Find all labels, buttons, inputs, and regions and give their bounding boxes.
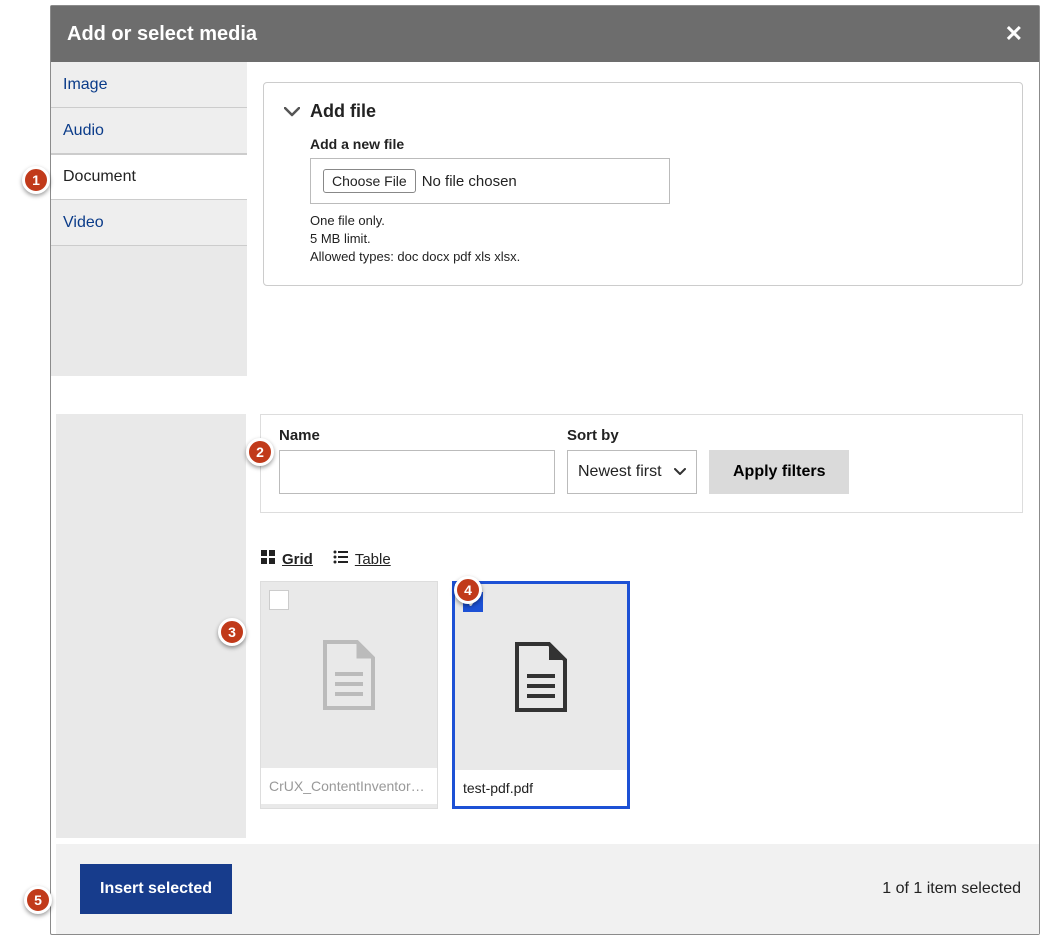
upper-section: Image Audio Document Video Add file Add … bbox=[51, 62, 1039, 376]
document-icon bbox=[513, 642, 569, 712]
selected-count: 1 of 1 item selected bbox=[882, 880, 1021, 898]
media-thumbnail bbox=[455, 584, 627, 770]
dialog-header: Add or select media ✕ bbox=[51, 6, 1039, 62]
media-item[interactable]: CrUX_ContentInventor… bbox=[260, 581, 438, 809]
grid-icon bbox=[260, 549, 276, 569]
add-file-box: Add file Add a new file Choose File No f… bbox=[263, 82, 1023, 286]
tab-audio[interactable]: Audio bbox=[51, 108, 247, 154]
insert-selected-button[interactable]: Insert selected bbox=[80, 864, 232, 914]
sort-by-label: Sort by bbox=[567, 427, 697, 444]
name-filter-label: Name bbox=[279, 427, 555, 444]
media-grid: CrUX_ContentInventor… test-pdf.pdf bbox=[260, 581, 1023, 809]
dialog-title: Add or select media bbox=[67, 23, 257, 46]
filter-bar: Name Sort by Newest first Apply filters bbox=[260, 414, 1023, 513]
tab-video[interactable]: Video bbox=[51, 200, 247, 246]
tab-document[interactable]: Document bbox=[51, 154, 247, 200]
dialog-footer: Insert selected 1 of 1 item selected bbox=[56, 844, 1039, 934]
add-file-header[interactable]: Add file bbox=[284, 101, 1002, 122]
media-item-name: test-pdf.pdf bbox=[455, 770, 627, 806]
annotation-badge-4: 4 bbox=[454, 576, 482, 604]
add-new-file-label: Add a new file bbox=[310, 136, 1002, 152]
file-constraints: One file only. 5 MB limit. Allowed types… bbox=[310, 212, 1002, 267]
annotation-badge-1: 1 bbox=[22, 166, 50, 194]
apply-filters-button[interactable]: Apply filters bbox=[709, 450, 849, 494]
media-thumbnail bbox=[261, 582, 437, 768]
tab-image[interactable]: Image bbox=[51, 62, 247, 108]
view-table-label: Table bbox=[355, 551, 391, 568]
tab-spacer bbox=[51, 246, 247, 376]
chevron-down-icon bbox=[674, 463, 686, 481]
file-input[interactable]: Choose File No file chosen bbox=[310, 158, 670, 204]
media-item-checkbox[interactable] bbox=[269, 590, 289, 610]
annotation-badge-3: 3 bbox=[218, 618, 246, 646]
choose-file-button[interactable]: Choose File bbox=[323, 169, 416, 193]
list-icon bbox=[333, 549, 349, 569]
media-item-name: CrUX_ContentInventor… bbox=[261, 768, 437, 804]
sort-by-value: Newest first bbox=[578, 463, 662, 481]
view-table[interactable]: Table bbox=[333, 549, 391, 569]
view-grid-label: Grid bbox=[282, 551, 313, 568]
annotation-badge-5: 5 bbox=[24, 886, 52, 914]
document-icon bbox=[321, 640, 377, 710]
sidebar-spacer bbox=[56, 414, 246, 838]
add-file-panel: Add file Add a new file Choose File No f… bbox=[247, 62, 1039, 376]
view-grid[interactable]: Grid bbox=[260, 549, 313, 569]
view-switcher: Grid Table bbox=[260, 549, 1023, 569]
lower-section: Name Sort by Newest first Apply filters bbox=[51, 414, 1039, 838]
constraint-line: 5 MB limit. bbox=[310, 230, 1002, 248]
add-file-section-title: Add file bbox=[310, 101, 376, 122]
sort-by-select[interactable]: Newest first bbox=[567, 450, 697, 494]
media-type-tabs: Image Audio Document Video bbox=[51, 62, 247, 376]
media-item-selected[interactable]: test-pdf.pdf bbox=[452, 581, 630, 809]
annotation-badge-2: 2 bbox=[246, 438, 274, 466]
add-media-dialog: Add or select media ✕ Image Audio Docume… bbox=[50, 5, 1040, 935]
close-button[interactable]: ✕ bbox=[1005, 21, 1023, 47]
no-file-chosen-text: No file chosen bbox=[422, 173, 517, 190]
constraint-line: One file only. bbox=[310, 212, 1002, 230]
constraint-line: Allowed types: doc docx pdf xls xlsx. bbox=[310, 248, 1002, 266]
name-filter-input[interactable] bbox=[279, 450, 555, 494]
chevron-down-icon bbox=[284, 104, 300, 120]
